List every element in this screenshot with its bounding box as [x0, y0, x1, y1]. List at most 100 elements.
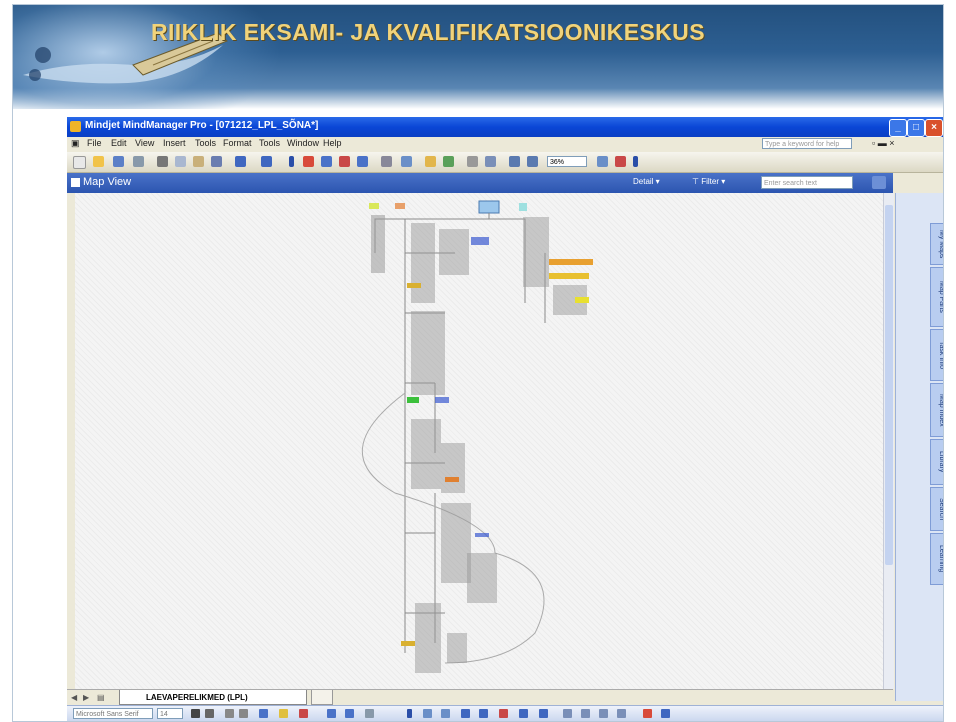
progress-icon[interactable] — [441, 709, 450, 718]
menu-tools[interactable]: Tools — [195, 138, 216, 148]
align-left-icon[interactable] — [225, 709, 234, 718]
help-search-input[interactable]: Type a keyword for help — [762, 138, 852, 149]
smiley-icon[interactable] — [581, 709, 590, 718]
slide-frame: RIIKLIK EKSAMI- JA KVALIFIKATSIOONIKESKU… — [12, 4, 944, 722]
map-view-header: Map View Detail ▾ ⊤ Filter ▾ Enter searc… — [67, 173, 893, 193]
side-tab-search[interactable]: Search — [930, 487, 943, 531]
menu-format[interactable]: Format — [223, 138, 252, 148]
italic-icon[interactable] — [205, 709, 214, 718]
menu-edit[interactable]: Edit — [111, 138, 127, 148]
open-folder-icon[interactable] — [93, 156, 104, 167]
detail-label: Detail — [633, 177, 654, 186]
filter-button[interactable]: ⊤ Filter ▾ — [692, 177, 725, 186]
mindmanager-window: Mindjet MindManager Pro - [071212_LPL_SÕ… — [67, 117, 943, 721]
search-options-icon[interactable] — [872, 176, 886, 189]
side-tab-my-maps[interactable]: My Maps — [930, 223, 943, 265]
paste-icon[interactable] — [193, 156, 204, 167]
side-tab-task-info[interactable]: Task Info — [930, 329, 943, 381]
menu-insert[interactable]: Insert — [163, 138, 186, 148]
star-icon[interactable] — [617, 709, 626, 718]
arrow-icon[interactable] — [599, 709, 608, 718]
app-icon — [70, 121, 81, 132]
notes-icon[interactable] — [401, 156, 412, 167]
window-title: Mindjet MindManager Pro - [071212_LPL_SÕ… — [85, 120, 319, 131]
hyperlink-icon[interactable] — [425, 156, 436, 167]
layout-icon[interactable] — [345, 709, 354, 718]
mind-map-canvas[interactable] — [75, 193, 883, 689]
map-view-icon — [71, 178, 80, 187]
minimize-button[interactable]: _ — [889, 119, 907, 137]
new-map-icon[interactable] — [73, 156, 86, 169]
date-icon[interactable] — [479, 709, 488, 718]
menu-view[interactable]: View — [135, 138, 154, 148]
sheet-next-icon[interactable]: ▶ — [83, 693, 89, 702]
filter-label: Filter — [701, 177, 719, 186]
menu-bar: ▣ File Edit View Insert Tools Format Too… — [67, 137, 943, 151]
balance-map-icon[interactable] — [365, 709, 374, 718]
save-icon[interactable] — [113, 156, 124, 167]
zoom-out-icon[interactable] — [527, 156, 538, 167]
doc-window-controls[interactable]: ▫ ▬ × — [872, 138, 894, 148]
scrollbar-thumb[interactable] — [885, 205, 893, 565]
category-icon[interactable] — [539, 709, 548, 718]
new-sheet-tab[interactable] — [311, 690, 333, 705]
app-menu-icon[interactable]: ▣ — [71, 138, 80, 149]
sheet-list-icon[interactable]: ▤ — [97, 693, 105, 702]
bold-icon[interactable] — [191, 709, 200, 718]
print-icon[interactable] — [133, 156, 144, 167]
copy-icon[interactable] — [175, 156, 186, 167]
resource-icon[interactable] — [461, 709, 470, 718]
boundary-icon[interactable] — [381, 156, 392, 167]
standard-toolbar: 36% — [67, 152, 943, 173]
zoom-in-icon[interactable] — [509, 156, 520, 167]
image-icon[interactable] — [443, 156, 454, 167]
flag-icon[interactable] — [499, 709, 508, 718]
format-painter-icon[interactable] — [211, 156, 222, 167]
window-titlebar[interactable]: Mindjet MindManager Pro - [071212_LPL_SÕ… — [67, 117, 943, 137]
menu-help[interactable]: Help — [323, 138, 342, 148]
symbol-icon[interactable] — [519, 709, 528, 718]
spell-check-icon[interactable] — [485, 156, 496, 167]
cut-icon[interactable] — [157, 156, 168, 167]
redo-icon[interactable] — [261, 156, 272, 167]
side-tab-learning[interactable]: Learning — [930, 533, 943, 585]
relationship-icon[interactable] — [357, 156, 368, 167]
map-search-input[interactable]: Enter search text — [761, 176, 853, 189]
map-vertical-scrollbar[interactable] — [883, 193, 894, 689]
undo-icon[interactable] — [235, 156, 246, 167]
topic-shape-icon[interactable] — [327, 709, 336, 718]
line-color-icon[interactable] — [259, 709, 268, 718]
font-color-icon[interactable] — [299, 709, 308, 718]
callout-icon[interactable] — [339, 156, 350, 167]
more-options-icon[interactable] — [661, 709, 670, 718]
menu-tools-2[interactable]: Tools — [259, 138, 280, 148]
fill-color-icon[interactable] — [279, 709, 288, 718]
mind-map-diagram — [361, 200, 593, 673]
menu-window[interactable]: Window — [287, 138, 319, 148]
attachment-icon[interactable] — [467, 156, 478, 167]
insert-topic-icon[interactable] — [303, 156, 314, 167]
side-tab-map-index[interactable]: Map Index — [930, 383, 943, 437]
number-icon[interactable] — [563, 709, 572, 718]
map-view-title[interactable]: Map View — [83, 176, 131, 188]
side-tab-map-parts[interactable]: Map Parts — [930, 267, 943, 327]
sheet-tab-active[interactable]: LAEVAPERELIKMED (LPL) — [119, 690, 307, 705]
zoom-select[interactable]: 36% — [547, 156, 587, 167]
maximize-button[interactable]: □ — [907, 119, 925, 137]
alert-icon[interactable] — [643, 709, 652, 718]
view-icon[interactable] — [615, 156, 626, 167]
side-tab-library[interactable]: Library — [930, 439, 943, 485]
font-size-select[interactable]: 14 — [157, 708, 183, 719]
fit-map-icon[interactable] — [597, 156, 608, 167]
detail-button[interactable]: Detail ▾ — [633, 177, 660, 186]
align-center-icon[interactable] — [239, 709, 248, 718]
close-button[interactable]: × — [925, 119, 943, 137]
central-topic — [478, 200, 500, 214]
priority-icon[interactable] — [423, 709, 432, 718]
menu-file[interactable]: File — [87, 138, 102, 148]
font-family-select[interactable]: Microsoft Sans Serif — [73, 708, 153, 719]
task-pane-sidebar: My Maps Map Parts Task Info Map Index Li… — [895, 193, 943, 701]
sheet-prev-icon[interactable]: ◀ — [71, 693, 77, 702]
sheet-tab-bar: ◀ ▶ ▤ LAEVAPERELIKMED (LPL) — [67, 689, 893, 706]
subtopic-icon[interactable] — [321, 156, 332, 167]
